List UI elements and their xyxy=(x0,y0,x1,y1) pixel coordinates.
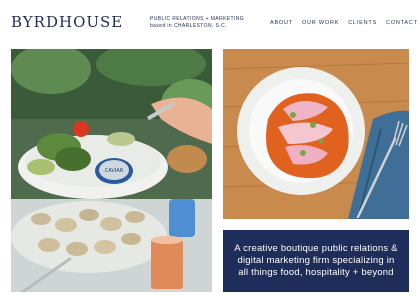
plated-dish-illustration xyxy=(223,49,409,219)
nav-item-contact[interactable]: CONTACT xyxy=(386,20,418,26)
caviar-tin-label: CAVIAR xyxy=(105,168,124,174)
info-text: A creative boutique public relations & d… xyxy=(234,243,398,278)
tagline-line-2: based in CHARLESTON, S.C. xyxy=(150,23,227,29)
logo-h-letter: H xyxy=(58,13,74,31)
seafood-tower-photo: CAVIAR xyxy=(11,49,212,292)
main-nav: ABOUT OUR WORK CLIENTS CONTACT xyxy=(270,20,418,26)
nav-item-clients[interactable]: CLIENTS xyxy=(348,20,377,26)
seafood-tower-illustration: CAVIAR xyxy=(11,49,212,292)
logo-h-anchor: H xyxy=(59,13,73,31)
site-header: BYRDHOUSE PUBLIC RELATIONS + MARKETING b… xyxy=(0,0,420,46)
tagline-line-1: PUBLIC RELATIONS + MARKETING xyxy=(150,16,245,22)
plated-dish-photo xyxy=(223,49,409,219)
logo-text-2: OUSE xyxy=(73,13,124,31)
nav-item-about[interactable]: ABOUT xyxy=(270,20,293,26)
logo[interactable]: BYRDHOUSE xyxy=(11,13,123,31)
nav-item-our-work[interactable]: OUR WORK xyxy=(302,20,339,26)
tagline: PUBLIC RELATIONS + MARKETING based in CH… xyxy=(150,16,244,30)
logo-text-1: BYRD xyxy=(11,13,59,31)
info-box: A creative boutique public relations & d… xyxy=(223,230,409,292)
